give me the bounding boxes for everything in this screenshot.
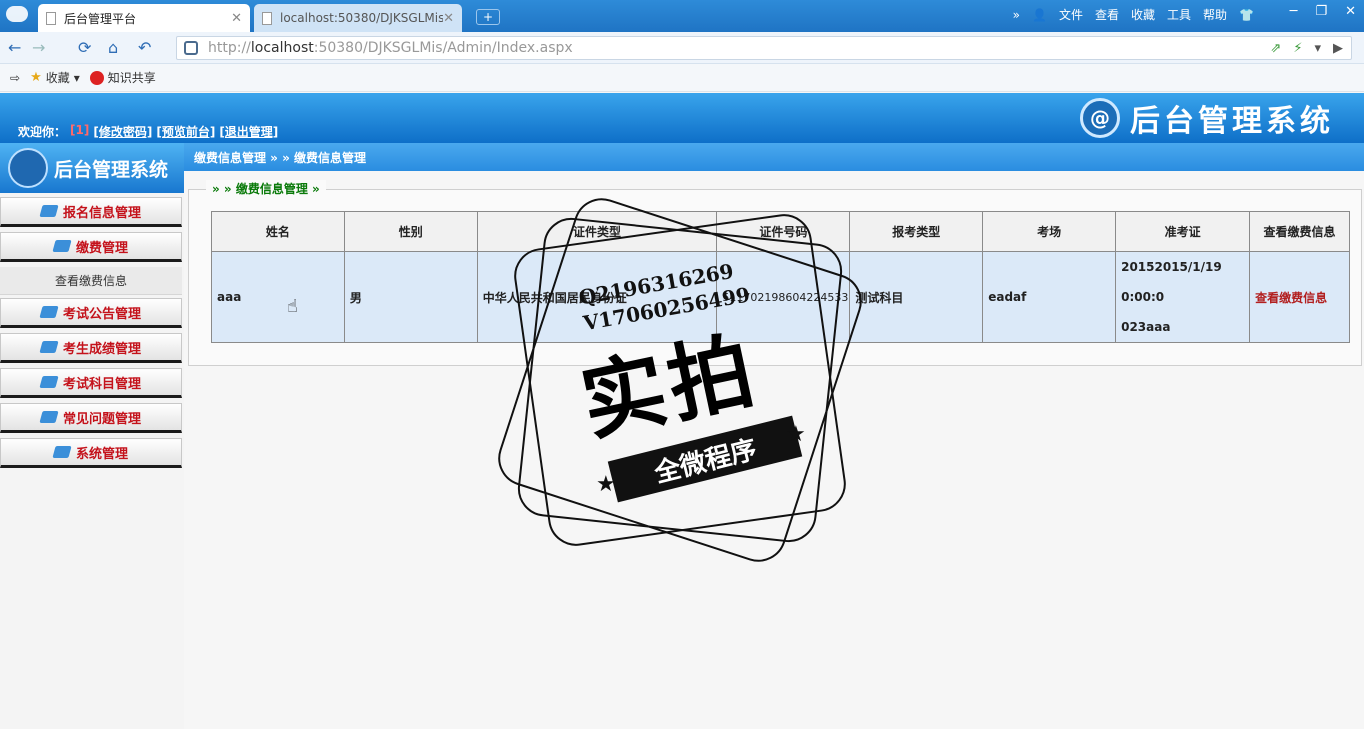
cell-gender: 男 bbox=[343, 251, 478, 343]
document-icon bbox=[46, 11, 56, 25]
table-row: aaa 男 中华人民共和国居民身份证 511702198604224533 测试… bbox=[211, 251, 1350, 343]
sidebar-item-announcements[interactable]: 考试公告管理 bbox=[0, 298, 182, 328]
menu-file[interactable]: 文件 bbox=[1059, 6, 1083, 23]
sidebar-header: 后台管理系统 bbox=[0, 143, 184, 193]
new-tab-button[interactable]: + bbox=[476, 9, 500, 25]
sidebar-item-system[interactable]: 系统管理 bbox=[0, 438, 182, 468]
sidebar-subitem-view-payment[interactable]: 查看缴费信息 bbox=[0, 267, 182, 295]
cell-room: eadaf bbox=[982, 251, 1117, 343]
lightning-icon[interactable]: ⚡ bbox=[1293, 41, 1302, 56]
user-number: [1] bbox=[70, 123, 90, 137]
restore-icon[interactable]: ❐ bbox=[1315, 4, 1327, 19]
browser-menubar: » 👤 文件 查看 收藏 工具 帮助 👕 bbox=[1013, 6, 1254, 23]
sidebar: 后台管理系统 bbox=[0, 143, 184, 729]
undo-icon[interactable]: ↶ bbox=[138, 38, 151, 57]
minimize-icon[interactable]: ─ bbox=[1290, 4, 1298, 19]
menu-icon bbox=[52, 446, 72, 458]
menu-favorites[interactable]: 收藏 bbox=[1131, 6, 1155, 23]
column-header: 报考类型 bbox=[849, 211, 984, 252]
column-header: 考场 bbox=[982, 211, 1117, 252]
site-icon bbox=[89, 70, 104, 85]
cell-name: aaa bbox=[211, 251, 345, 343]
column-header: 性别 bbox=[343, 211, 478, 252]
favorites-bar: ⇨ ★ 收藏 ▾ 知识共享 bbox=[0, 64, 1364, 92]
home-icon[interactable]: ⌂ bbox=[108, 38, 118, 57]
tab-active[interactable]: 后台管理平台 ✕ bbox=[38, 4, 250, 32]
chevron-down-icon[interactable]: ▾ bbox=[1314, 41, 1321, 56]
back-icon[interactable]: ← bbox=[8, 38, 21, 57]
browser-logo-icon[interactable] bbox=[6, 6, 28, 22]
share-icon[interactable]: ⇗ bbox=[1270, 41, 1281, 56]
star-icon: ★ bbox=[786, 422, 806, 447]
logout-link[interactable]: [退出管理] bbox=[219, 123, 278, 140]
tab-title: localhost:50380/DJKSGLMis bbox=[280, 11, 444, 25]
preview-frontend-link[interactable]: [预览前台] bbox=[156, 123, 215, 140]
favorites-toggle-icon[interactable]: ⇨ bbox=[10, 71, 20, 85]
favorites-menu[interactable]: ★ 收藏 ▾ bbox=[30, 69, 80, 86]
play-icon[interactable]: ▶ bbox=[1333, 41, 1343, 56]
header-brand: @ 后台管理系统 bbox=[1080, 96, 1334, 140]
star-icon: ★ bbox=[596, 472, 616, 497]
column-header: 准考证 bbox=[1115, 211, 1251, 252]
sidebar-title: 后台管理系统 bbox=[54, 158, 169, 181]
column-header: 查看缴费信息 bbox=[1249, 211, 1350, 252]
menu-tools[interactable]: 工具 bbox=[1167, 6, 1191, 23]
address-bar-icons: ⇗ ⚡ ▾ ▶ bbox=[1270, 41, 1343, 56]
sidebar-logo-icon bbox=[8, 148, 48, 188]
column-header: 姓名 bbox=[211, 211, 345, 252]
user-icon[interactable]: 👤 bbox=[1032, 8, 1047, 22]
menu-icon bbox=[52, 240, 72, 252]
sidebar-item-payment[interactable]: 缴费管理 bbox=[0, 232, 182, 262]
sidebar-item-scores[interactable]: 考生成绩管理 bbox=[0, 333, 182, 363]
menu-icon bbox=[39, 205, 59, 217]
cell-ticket: 20152015/1/19 0:00:0 023aaa bbox=[1115, 251, 1251, 343]
change-password-link[interactable]: [修改密码] bbox=[93, 123, 152, 140]
column-header: 证件类型 bbox=[476, 211, 718, 252]
menu-icon bbox=[39, 306, 59, 318]
sidebar-item-subjects[interactable]: 考试科目管理 bbox=[0, 368, 182, 398]
close-tab-icon[interactable]: ✕ bbox=[443, 11, 454, 26]
tab-title: 后台管理平台 bbox=[64, 11, 137, 26]
address-bar[interactable]: http://localhost:50380/DJKSGLMis/Admin/I… bbox=[176, 36, 1352, 60]
shield-icon bbox=[184, 41, 198, 55]
window-controls: ─ ❐ ✕ bbox=[1290, 4, 1356, 19]
url-text[interactable]: http://localhost:50380/DJKSGLMis/Admin/I… bbox=[208, 40, 1270, 56]
star-icon: ★ bbox=[30, 70, 42, 85]
menu-help[interactable]: 帮助 bbox=[1203, 6, 1227, 23]
brand-logo-icon: @ bbox=[1080, 98, 1120, 138]
close-tab-icon[interactable]: ✕ bbox=[231, 11, 242, 26]
sidebar-item-registration[interactable]: 报名信息管理 bbox=[0, 197, 182, 227]
column-header: 证件号码 bbox=[716, 211, 851, 252]
stamp-ribbon: 全微程序 bbox=[607, 415, 803, 503]
welcome-text: 欢迎你： bbox=[18, 125, 67, 139]
ticket-line-2: 023aaa bbox=[1121, 320, 1171, 334]
tab-inactive[interactable]: localhost:50380/DJKSGLMis ✕ bbox=[254, 4, 462, 32]
hand-cursor-icon: ☝ bbox=[287, 296, 298, 317]
cell-id-number: 511702198604224533 bbox=[716, 251, 851, 343]
breadcrumb: 缴费信息管理 » » 缴费信息管理 bbox=[184, 143, 1364, 171]
sidebar-item-faq[interactable]: 常见问题管理 bbox=[0, 403, 182, 433]
payment-table: 姓名 性别 证件类型 证件号码 报考类型 考场 准考证 查看缴费信息 aaa 男… bbox=[211, 211, 1350, 343]
ticket-line-1: 20152015/1/19 0:00:0 bbox=[1121, 260, 1222, 304]
forward-icon[interactable]: → bbox=[32, 38, 45, 57]
cell-exam-type: 测试科目 bbox=[849, 251, 984, 343]
menu-icon bbox=[39, 376, 59, 388]
welcome-bar: 欢迎你： [1] [修改密码] [预览前台] [退出管理] bbox=[18, 123, 278, 140]
panel-legend: » » 缴费信息管理 » bbox=[206, 180, 326, 197]
chevron-right-icon[interactable]: » bbox=[1013, 8, 1020, 22]
browser-titlebar: 后台管理平台 ✕ localhost:50380/DJKSGLMis ✕ + »… bbox=[0, 0, 1364, 32]
brand-title: 后台管理系统 bbox=[1130, 104, 1334, 139]
refresh-icon[interactable]: ⟳ bbox=[78, 38, 91, 57]
view-payment-link[interactable]: 查看缴费信息 bbox=[1249, 251, 1350, 343]
close-window-icon[interactable]: ✕ bbox=[1345, 4, 1356, 19]
menu-icon bbox=[39, 411, 59, 423]
cell-id-type: 中华人民共和国居民身份证 bbox=[476, 251, 718, 343]
menu-icon bbox=[39, 341, 59, 353]
document-icon bbox=[262, 11, 272, 25]
favorite-knowledge-share[interactable]: 知识共享 bbox=[89, 69, 156, 86]
skin-icon[interactable]: 👕 bbox=[1239, 8, 1254, 22]
menu-view[interactable]: 查看 bbox=[1095, 6, 1119, 23]
table-header-row: 姓名 性别 证件类型 证件号码 报考类型 考场 准考证 查看缴费信息 bbox=[211, 211, 1350, 252]
